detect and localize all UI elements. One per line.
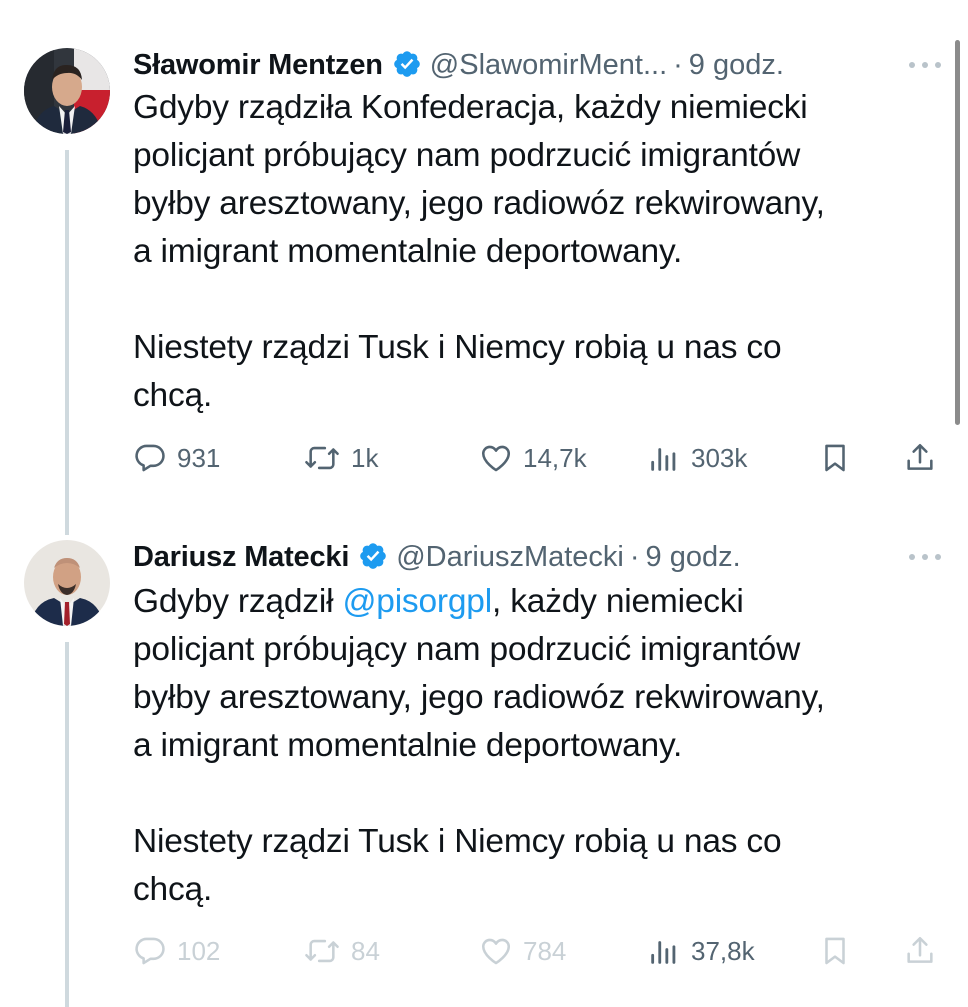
like-button[interactable]: 14,7k (479, 441, 587, 475)
verified-badge-icon[interactable] (392, 49, 422, 79)
author-handle[interactable]: @DariuszMatecki (396, 541, 624, 574)
bookmark-button[interactable] (818, 934, 862, 968)
tweet-line-prefix: Gdyby rządził (133, 583, 343, 620)
timestamp[interactable]: 9 godz. (689, 49, 784, 82)
avatar[interactable] (24, 540, 110, 626)
reply-icon (135, 937, 165, 965)
scrollbar[interactable] (955, 40, 960, 425)
more-dots-icon[interactable] (907, 58, 943, 70)
like-count: 784 (523, 935, 567, 966)
share-button[interactable] (903, 441, 947, 475)
heart-icon (481, 938, 511, 965)
repost-icon (305, 939, 339, 963)
mention-link[interactable]: @pisorgpl (342, 583, 492, 620)
like-count: 14,7k (523, 442, 587, 473)
heart-icon (481, 445, 511, 472)
tweet-line: chcą. (133, 871, 213, 908)
author-name[interactable]: Dariusz Matecki (133, 541, 349, 574)
tweet-line: Gdyby rządził @pisorgpl, każdy niemiecki (133, 578, 938, 626)
repost-button[interactable]: 1k (303, 441, 378, 475)
repost-button[interactable]: 84 (303, 934, 380, 968)
tweet-header: Dariusz Matecki @DariuszMatecki · 9 godz… (133, 536, 741, 574)
share-button[interactable] (903, 934, 947, 968)
action-bar: 931 1k 14,7k 303k (133, 441, 943, 481)
views-icon (651, 941, 676, 964)
author-name[interactable]: Sławomir Mentzen (133, 49, 383, 82)
bookmark-icon (825, 444, 845, 472)
more-dots-icon[interactable] (907, 550, 943, 562)
share-icon (907, 443, 933, 470)
tweet-line: Gdyby rządziła Konfederacja, każdy niemi… (133, 89, 808, 126)
separator-dot: · (629, 541, 640, 573)
tweet-text: Gdyby rządziła Konfederacja, każdy niemi… (133, 84, 938, 420)
separator-dot: · (673, 49, 683, 81)
views-count: 37,8k (691, 935, 755, 966)
reply-button[interactable]: 102 (133, 934, 220, 968)
tweet-line: Niestety rządzi Tusk i Niemcy robią u na… (133, 329, 782, 366)
thread-line-top (65, 150, 69, 535)
share-icon (907, 936, 933, 963)
thread-line-bottom (65, 642, 69, 1007)
bookmark-button[interactable] (818, 441, 862, 475)
action-bar: 102 84 784 37,8k (133, 934, 943, 974)
timestamp[interactable]: 9 godz. (646, 541, 741, 574)
reply-count: 102 (177, 935, 221, 966)
reply-icon (135, 444, 165, 472)
views-button[interactable]: 303k (647, 441, 747, 475)
tweet-line-suffix: , każdy niemiecki (491, 583, 744, 620)
views-icon (651, 448, 676, 471)
views-count: 303k (691, 442, 748, 473)
tweet-line: a imigrant momentalnie deportowany. (133, 727, 683, 764)
tweet-line: chcą. (133, 377, 213, 414)
tweet-line: Niestety rządzi Tusk i Niemcy robią u na… (133, 823, 782, 860)
reply-count: 931 (177, 442, 221, 473)
tweet-line: byłby aresztowany, jego radiowóz rekwiro… (133, 185, 825, 222)
author-handle[interactable]: @SlawomirMent... (430, 49, 667, 82)
tweet-line: byłby aresztowany, jego radiowóz rekwiro… (133, 679, 825, 716)
views-button[interactable]: 37,8k (647, 934, 755, 968)
tweet-header: Sławomir Mentzen @SlawomirMent... · 9 go… (133, 44, 784, 82)
tweet-line: a imigrant momentalnie deportowany. (133, 233, 683, 270)
verified-badge-icon[interactable] (358, 541, 388, 571)
bookmark-icon (825, 937, 845, 965)
tweet-line: policjant próbujący nam podrzucić imigra… (133, 631, 801, 668)
avatar[interactable] (24, 48, 110, 134)
repost-icon (305, 446, 339, 470)
repost-count: 84 (351, 935, 380, 966)
like-button[interactable]: 784 (479, 934, 566, 968)
repost-count: 1k (351, 442, 379, 473)
tweet-line: policjant próbujący nam podrzucić imigra… (133, 137, 801, 174)
reply-button[interactable]: 931 (133, 441, 220, 475)
tweet-text: Gdyby rządził @pisorgpl, każdy niemiecki… (133, 578, 938, 914)
